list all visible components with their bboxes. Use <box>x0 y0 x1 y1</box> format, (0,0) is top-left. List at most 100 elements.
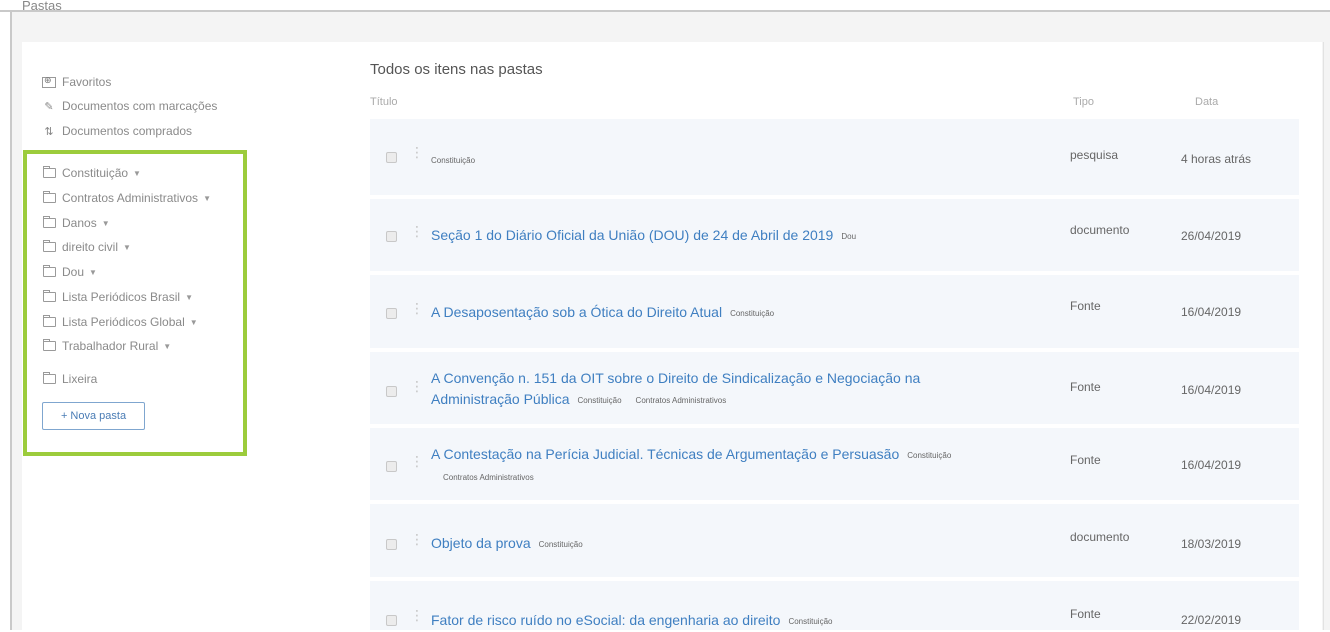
row-title-link[interactable]: A Desaposentação sob a Ótica do Direito … <box>431 304 722 320</box>
folder-icon <box>42 240 56 253</box>
row-menu-icon[interactable]: ⋮ <box>410 224 424 238</box>
sidebar-folder-constituicao[interactable]: Constituição ▼ <box>42 166 141 180</box>
folder-label: Danos <box>62 216 97 230</box>
folder-tag[interactable]: Constituição <box>730 309 774 318</box>
row-checkbox[interactable] <box>386 386 397 397</box>
row-title-link[interactable]: Fator de risco ruído no eSocial: da enge… <box>431 612 780 628</box>
row-checkbox[interactable] <box>386 539 397 550</box>
row-tipo: Fonte <box>1070 380 1101 394</box>
sidebar-folder-lista-periodicos-brasil[interactable]: Lista Periódicos Brasil ▼ <box>42 290 193 304</box>
row-tipo: documento <box>1070 223 1130 237</box>
table-row[interactable]: ⋮ A Desaposentação sob a Ótica do Direit… <box>370 275 1299 348</box>
caret-down-icon[interactable]: ▼ <box>203 194 211 203</box>
row-title-link[interactable]: Seção 1 do Diário Oficial da União (DOU)… <box>431 227 833 243</box>
table-row[interactable]: ⋮ Objeto da prova Constituição documento … <box>370 504 1299 577</box>
folder-tag[interactable]: Constituição <box>431 156 475 165</box>
row-title[interactable]: A Desaposentação sob a Ótica do Direito … <box>431 302 1011 324</box>
folder-icon <box>42 191 56 204</box>
folder-icon <box>42 290 56 303</box>
caret-down-icon[interactable]: ▼ <box>89 268 97 277</box>
folder-icon <box>42 265 56 278</box>
row-title[interactable]: Fator de risco ruído no eSocial: da enge… <box>431 610 1011 632</box>
row-tipo: pesquisa <box>1070 148 1119 162</box>
row-data: 4 horas atrás <box>1181 152 1252 166</box>
folder-tag[interactable]: Contratos Administrativos <box>443 473 534 482</box>
folder-icon <box>42 166 56 179</box>
folder-tag[interactable]: Constituição <box>907 451 951 460</box>
row-title[interactable]: Constituição <box>431 148 1011 171</box>
folder-tag[interactable]: Constituição <box>539 540 583 549</box>
folder-icon <box>42 216 56 229</box>
sidebar-item-label: Documentos com marcações <box>62 99 218 113</box>
row-menu-icon[interactable]: ⋮ <box>410 301 424 315</box>
folder-icon <box>42 339 56 352</box>
main-title: Todos os itens nas pastas <box>370 61 543 78</box>
sidebar-folder-contratos-administrativos[interactable]: Contratos Administrativos ▼ <box>42 191 211 205</box>
scrollbar-track[interactable] <box>1323 42 1324 630</box>
caret-down-icon[interactable]: ▼ <box>190 318 198 327</box>
row-title-link[interactable]: Objeto da prova <box>431 535 531 551</box>
row-tipo: Fonte <box>1070 299 1101 313</box>
sidebar-item-lixeira[interactable]: Lixeira <box>42 372 97 386</box>
sidebar-folder-trabalhador-rural[interactable]: Trabalhador Rural ▼ <box>42 339 171 353</box>
row-menu-icon[interactable]: ⋮ <box>410 454 424 468</box>
folder-label: Lista Periódicos Brasil <box>62 290 181 304</box>
row-menu-icon[interactable]: ⋮ <box>410 145 424 159</box>
table-row[interactable]: ⋮ Seção 1 do Diário Oficial da União (DO… <box>370 199 1299 271</box>
column-header-data[interactable]: Data <box>1195 96 1218 108</box>
row-checkbox[interactable] <box>386 308 397 319</box>
row-checkbox[interactable] <box>386 461 397 472</box>
folder-tag[interactable]: Constituição <box>788 617 832 626</box>
row-menu-icon[interactable]: ⋮ <box>410 532 424 546</box>
folder-label: Trabalhador Rural <box>62 339 159 353</box>
sidebar-item-documentos-marcacoes[interactable]: ✎ Documentos com marcações <box>42 99 217 113</box>
table-row[interactable]: ⋮ A Convenção n. 151 da OIT sobre o Dire… <box>370 352 1299 424</box>
folder-icon <box>42 315 56 328</box>
sidebar-folder-lista-periodicos-global[interactable]: Lista Periódicos Global ▼ <box>42 315 198 329</box>
folder-tag[interactable]: Contratos Administrativos <box>636 396 727 405</box>
folder-label: direito civil <box>62 240 119 254</box>
sidebar-folder-dou[interactable]: Dou ▼ <box>42 265 97 279</box>
new-folder-button[interactable]: + Nova pasta <box>42 402 145 430</box>
folder-tag[interactable]: Dou <box>841 232 856 241</box>
caret-down-icon[interactable]: ▼ <box>133 169 141 178</box>
row-tipo: Fonte <box>1070 453 1101 467</box>
row-data: 16/04/2019 <box>1181 305 1242 319</box>
column-header-tipo[interactable]: Tipo <box>1073 96 1094 108</box>
caret-down-icon[interactable]: ▼ <box>163 342 171 351</box>
favorites-icon <box>42 75 56 88</box>
purchased-icon: ⇅ <box>44 125 54 138</box>
folder-tag[interactable]: Constituição <box>578 396 622 405</box>
page-title: Pastas <box>22 0 62 10</box>
sidebar-folder-direito-civil[interactable]: direito civil ▼ <box>42 240 131 254</box>
row-title[interactable]: A Convenção n. 151 da OIT sobre o Direit… <box>431 368 1011 411</box>
row-menu-icon[interactable]: ⋮ <box>410 379 424 393</box>
row-checkbox[interactable] <box>386 152 397 163</box>
folder-label: Contratos Administrativos <box>62 191 199 205</box>
caret-down-icon[interactable]: ▼ <box>123 243 131 252</box>
folder-label: Dou <box>62 265 85 279</box>
table-row[interactable]: ⋮ Fator de risco ruído no eSocial: da en… <box>370 581 1299 630</box>
sidebar-folder-danos[interactable]: Danos ▼ <box>42 216 110 230</box>
table-row[interactable]: ⋮ A Contestação na Perícia Judicial. Téc… <box>370 428 1299 500</box>
row-menu-icon[interactable]: ⋮ <box>410 608 424 622</box>
caret-down-icon[interactable]: ▼ <box>185 293 193 302</box>
table-row[interactable]: ⋮ Constituição pesquisa 4 horas atrás <box>370 119 1299 195</box>
sidebar-item-documentos-comprados[interactable]: ⇅ Documentos comprados <box>42 124 192 138</box>
caret-down-icon[interactable]: ▼ <box>102 219 110 228</box>
row-title[interactable]: A Contestação na Perícia Judicial. Técni… <box>431 444 1011 488</box>
row-checkbox[interactable] <box>386 231 397 242</box>
row-title[interactable]: Objeto da prova Constituição <box>431 533 1011 555</box>
row-checkbox[interactable] <box>386 615 397 626</box>
sidebar-item-label: Documentos comprados <box>62 124 193 138</box>
row-title[interactable]: Seção 1 do Diário Oficial da União (DOU)… <box>431 225 1011 247</box>
row-data: 26/04/2019 <box>1181 229 1242 243</box>
row-title-link[interactable]: A Contestação na Perícia Judicial. Técni… <box>431 446 899 462</box>
row-data: 16/04/2019 <box>1181 383 1242 397</box>
sidebar-item-label: Favoritos <box>62 75 112 89</box>
column-header-titulo[interactable]: Título <box>370 96 398 108</box>
folder-label: Constituição <box>62 166 129 180</box>
trash-folder-icon <box>42 372 56 385</box>
sidebar-item-favoritos[interactable]: Favoritos <box>42 75 111 89</box>
sidebar-item-label: Lixeira <box>62 372 98 386</box>
